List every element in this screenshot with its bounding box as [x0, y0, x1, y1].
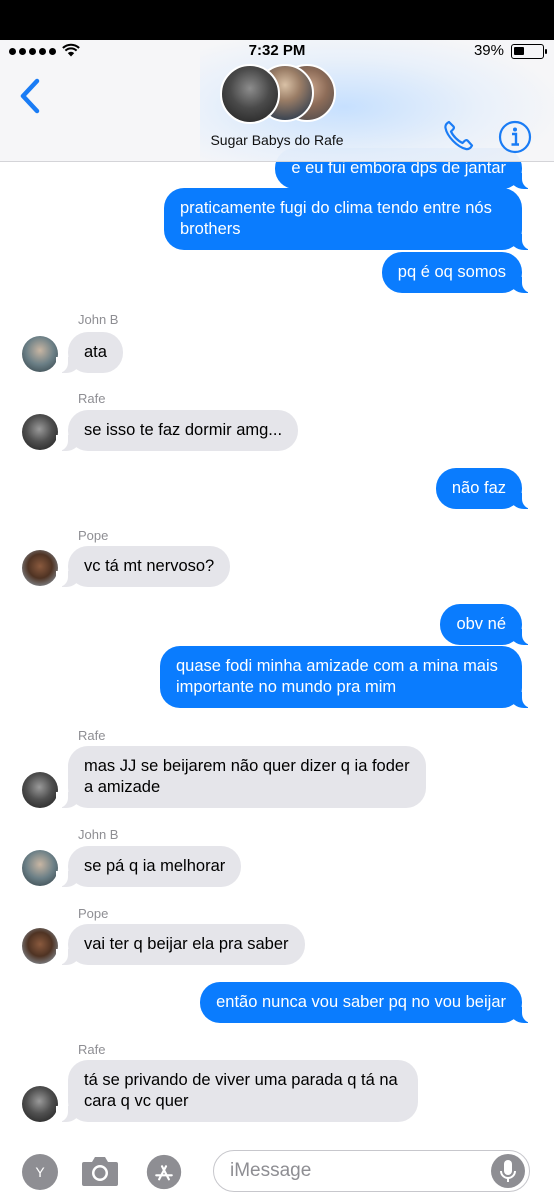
sender-name: Pope [78, 906, 109, 921]
back-chevron-icon[interactable] [18, 76, 44, 116]
conversation-header: 7:32 PM 39% Sugar Babys do Rafe [0, 40, 554, 162]
message-bubble-outgoing[interactable]: quase fodi minha amizade com a mina mais… [160, 646, 534, 708]
phone-icon[interactable] [442, 118, 476, 152]
message-bubble-outgoing[interactable]: não faz [435, 468, 535, 509]
avatar [220, 64, 280, 124]
avatar-rafe[interactable] [22, 1086, 58, 1122]
avatar-rafe[interactable] [22, 414, 58, 450]
message-bubble-outgoing[interactable]: praticamente fugi do clima tendo entre n… [164, 188, 534, 250]
sender-name: John B [78, 312, 119, 327]
info-icon[interactable] [498, 120, 532, 154]
group-avatar-stack[interactable] [218, 62, 338, 124]
battery-percent: 39% [473, 42, 504, 59]
message-bubble-incoming[interactable]: ata [56, 332, 123, 373]
battery-icon [511, 44, 547, 59]
message-bubble-outgoing[interactable]: obv né [440, 604, 534, 645]
app-store-icon[interactable] [146, 1154, 182, 1190]
avatar-pope[interactable] [22, 550, 58, 586]
avatar-pope[interactable] [22, 928, 58, 964]
message-bubble-incoming[interactable]: mas JJ se beijarem não quer dizer q ia f… [56, 746, 426, 808]
messages-screen: e eu fui embora dps de jantar praticamen… [0, 40, 554, 1200]
input-bar: Y [0, 1140, 554, 1200]
sender-name: John B [78, 827, 119, 842]
sender-name: Rafe [78, 391, 106, 406]
message-list[interactable]: e eu fui embora dps de jantar praticamen… [0, 40, 554, 1200]
microphone-icon[interactable] [491, 1154, 525, 1188]
message-bubble-incoming[interactable]: se pá q ia melhorar [55, 846, 242, 887]
avatar-rafe[interactable] [22, 772, 58, 808]
status-time: 7:32 PM [248, 42, 306, 59]
avatar-john-b[interactable] [22, 336, 58, 372]
message-bubble-incoming[interactable]: vai ter q beijar ela pra saber [56, 924, 305, 965]
message-bubble-outgoing[interactable]: então nunca vou saber pq no vou beijar [200, 982, 534, 1023]
avatar-john-b[interactable] [22, 850, 58, 886]
camera-icon[interactable] [80, 1153, 120, 1189]
sender-name: Pope [78, 528, 109, 543]
message-bubble-incoming[interactable]: se isso te faz dormir amg... [55, 410, 299, 451]
message-bubble-incoming[interactable]: tá se privando de viver uma parada q tá … [56, 1060, 418, 1122]
status-bar: 7:32 PM 39% [0, 40, 554, 64]
sender-name: Rafe [78, 1042, 106, 1057]
apps-button[interactable]: Y [22, 1154, 58, 1190]
imessage-input[interactable] [230, 1157, 490, 1185]
sender-name: Rafe [78, 728, 106, 743]
message-input-field[interactable] [213, 1150, 530, 1192]
message-bubble-incoming[interactable]: vc tá mt nervoso? [55, 546, 231, 587]
message-bubble-outgoing[interactable]: pq é oq somos [381, 252, 535, 293]
